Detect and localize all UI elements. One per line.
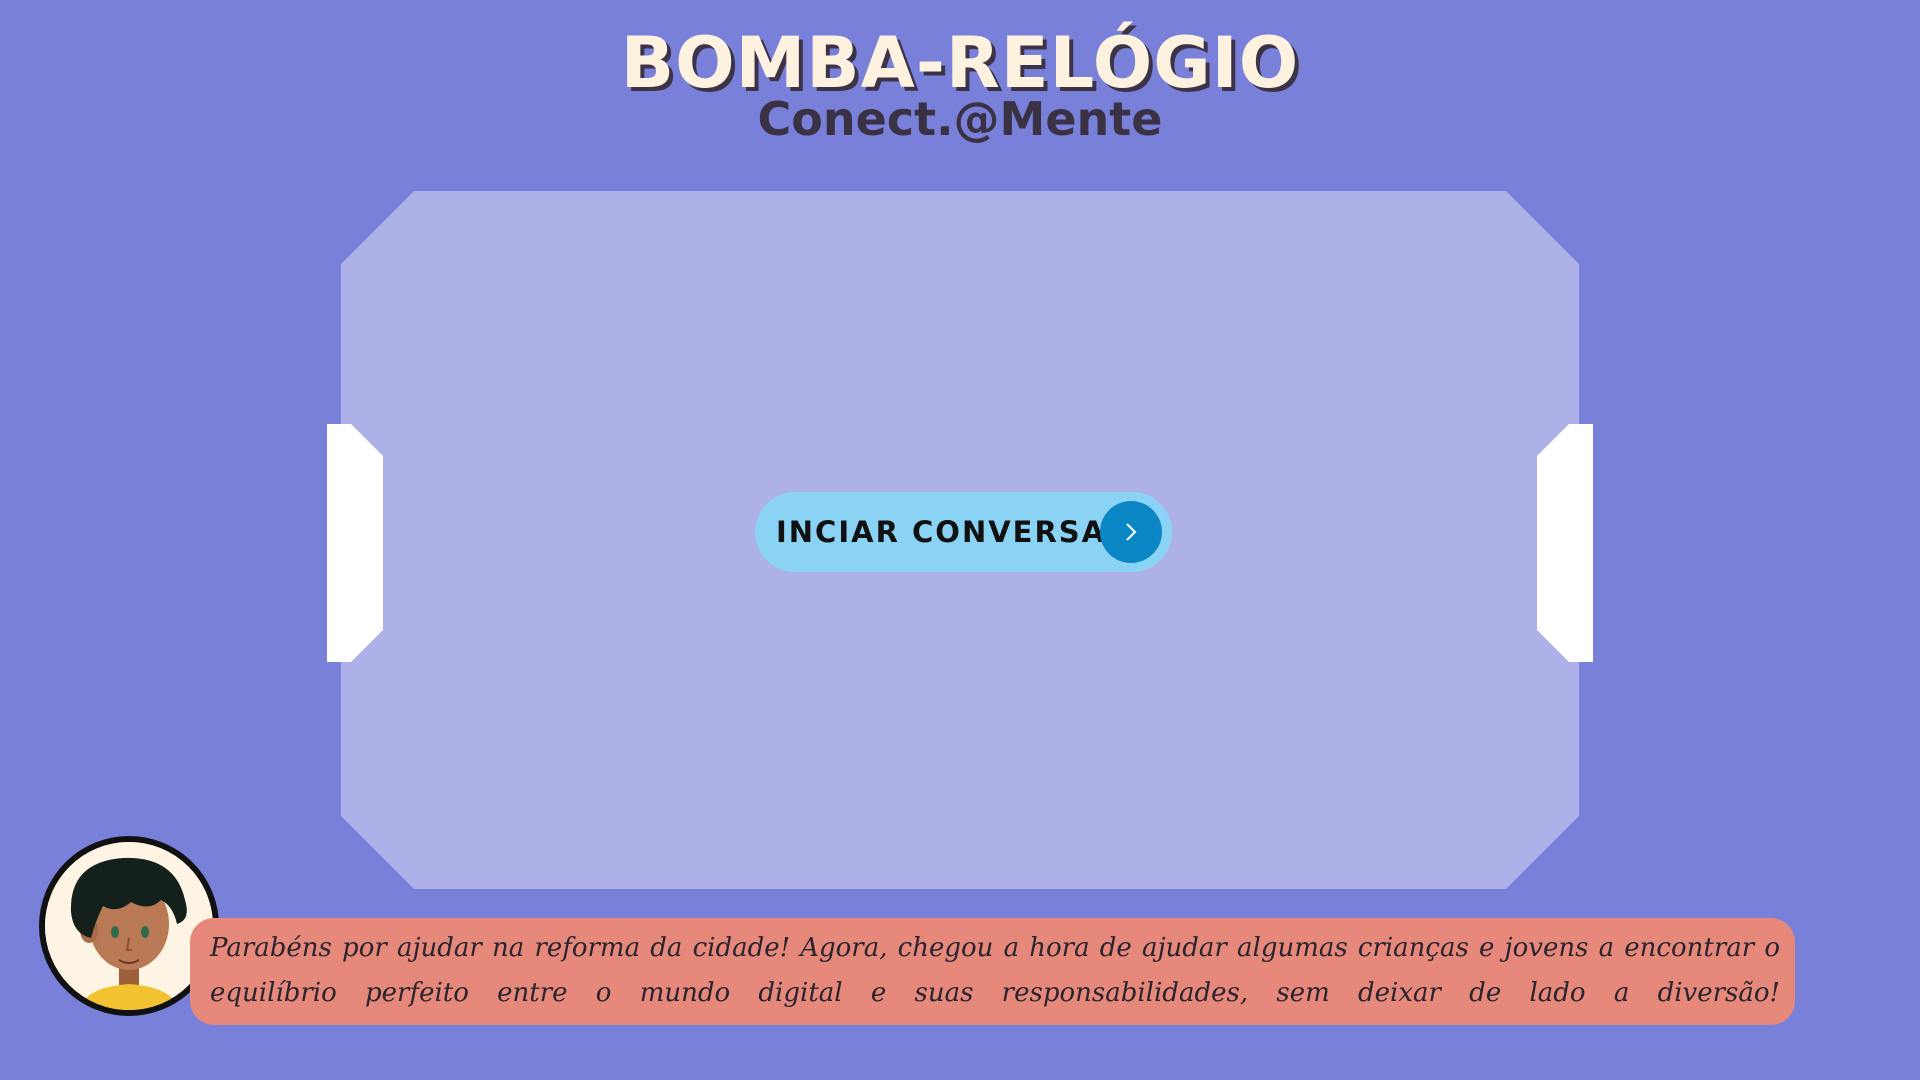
start-conversation-button[interactable]: INCIAR CONVERSA — [755, 492, 1172, 572]
character-portrait — [45, 842, 213, 1010]
dialog-box: Parabéns por ajudar na reforma da cidade… — [190, 918, 1795, 1025]
start-conversation-label: INCIAR CONVERSA — [776, 515, 1107, 549]
panel-right-tab — [1537, 424, 1593, 662]
dialog-text: Parabéns por ajudar na reforma da cidade… — [210, 933, 1780, 1008]
chevron-right-icon — [1100, 501, 1162, 563]
game-subtitle: Conect.@Mente — [757, 92, 1163, 146]
panel-left-tab — [327, 424, 383, 662]
